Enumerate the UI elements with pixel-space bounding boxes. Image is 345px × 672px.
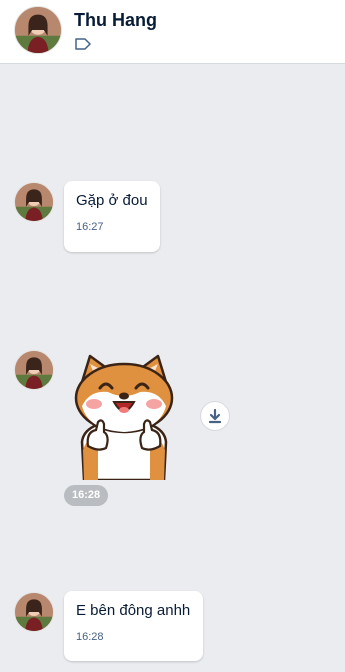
avatar-photo-icon — [15, 183, 53, 221]
message-bubble[interactable]: E bên đông anhh 16:28 — [64, 591, 203, 661]
tag-icon[interactable] — [74, 37, 92, 51]
contact-name[interactable]: Thu Hang — [74, 10, 157, 31]
sender-avatar[interactable] — [14, 350, 54, 390]
download-button[interactable] — [200, 401, 230, 431]
sender-avatar[interactable] — [14, 592, 54, 632]
avatar-photo-icon — [15, 351, 53, 389]
download-icon — [208, 408, 222, 424]
shiba-sticker[interactable] — [68, 350, 180, 482]
message-text: Gặp ở đou — [76, 192, 148, 209]
sticker-time: 16:28 — [64, 485, 109, 506]
avatar-photo-icon — [15, 593, 53, 631]
avatar-photo-icon — [15, 7, 61, 53]
chat-header: Thu Hang — [0, 0, 345, 64]
contact-avatar[interactable] — [14, 6, 62, 54]
message-bubble[interactable]: Gặp ở đou 16:27 — [64, 181, 160, 252]
shiba-dog-icon — [74, 354, 174, 482]
message-time: 16:27 — [76, 221, 104, 233]
message-time: 16:28 — [76, 631, 104, 643]
message-text: E bên đông anhh — [76, 602, 191, 619]
sender-avatar[interactable] — [14, 182, 54, 222]
